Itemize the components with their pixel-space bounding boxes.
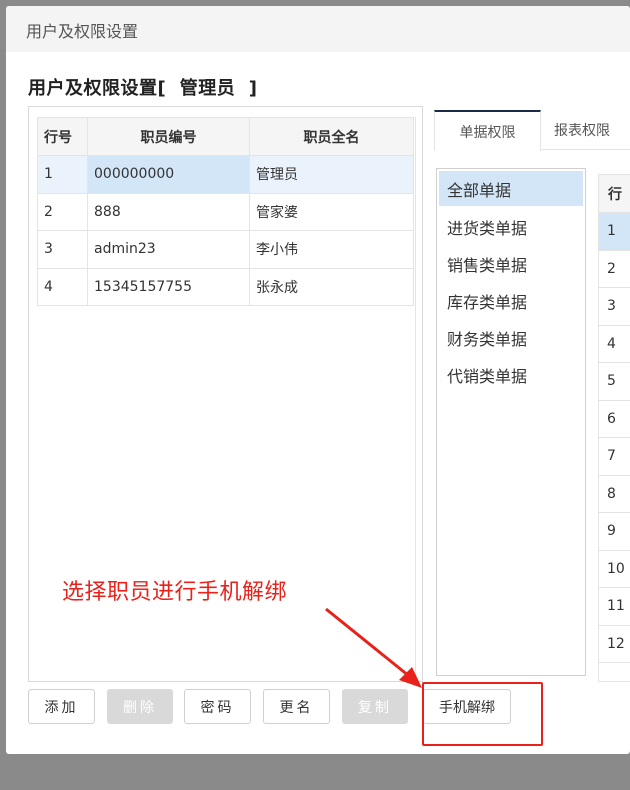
cell-row-number: 3 bbox=[37, 230, 88, 269]
cell-employee-id[interactable]: admin23 bbox=[87, 230, 250, 269]
annotation-highlight-box bbox=[422, 682, 543, 746]
table-row[interactable]: 8 bbox=[599, 476, 630, 513]
annotation-text: 选择职员进行手机解绑 bbox=[62, 580, 288, 605]
add-button[interactable]: 添加 bbox=[28, 689, 95, 724]
column-header-employee-name[interactable]: 职员全名 bbox=[249, 117, 414, 156]
table-row[interactable]: 2 888 管家婆 bbox=[37, 192, 414, 231]
delete-button[interactable]: 删除 bbox=[107, 689, 173, 724]
cell-employee-id[interactable]: 888 bbox=[87, 192, 250, 231]
list-item[interactable]: 库存类单据 bbox=[437, 282, 585, 319]
table-row[interactable]: 1 000000000 管理员 bbox=[37, 155, 414, 194]
table-row[interactable]: 2 bbox=[599, 251, 630, 288]
table-header-row: 行号 职员编号 职员全名 bbox=[37, 117, 414, 156]
page-title: 用户及权限设置[ 管理员 ] bbox=[28, 78, 258, 99]
table-row[interactable]: 7 bbox=[599, 438, 630, 476]
copy-button[interactable]: 复制 bbox=[342, 689, 408, 724]
table-row[interactable]: 3 bbox=[599, 288, 630, 326]
rename-button[interactable]: 更名 bbox=[263, 689, 330, 724]
column-header-row-number[interactable]: 行号 bbox=[37, 117, 88, 156]
column-header-row-number: 行 bbox=[599, 175, 630, 213]
cell-row-number: 1 bbox=[37, 155, 88, 194]
cell-employee-name: 李小伟 bbox=[249, 230, 414, 269]
cell-employee-id[interactable]: 000000000 bbox=[87, 155, 250, 194]
cell-employee-name: 管理员 bbox=[249, 155, 414, 194]
dialog-header: 用户及权限设置 bbox=[6, 6, 630, 52]
permission-tabs: 单据权限 报表权限 bbox=[434, 110, 630, 151]
table-row[interactable]: 5 bbox=[599, 363, 630, 401]
dialog-title: 用户及权限设置 bbox=[26, 22, 139, 41]
list-item[interactable]: 销售类单据 bbox=[437, 245, 585, 282]
cell-employee-name: 张永成 bbox=[249, 267, 414, 306]
tab-report-permissions[interactable]: 报表权限 bbox=[554, 110, 630, 150]
cell-row-number: 4 bbox=[37, 267, 88, 306]
table-row[interactable]: 3 admin23 李小伟 bbox=[37, 230, 414, 269]
cell-employee-id[interactable]: 15345157755 bbox=[87, 267, 250, 306]
table-row[interactable]: 12 bbox=[599, 626, 630, 663]
password-button[interactable]: 密码 bbox=[184, 689, 251, 724]
column-header-employee-id[interactable]: 职员编号 bbox=[87, 117, 250, 156]
table-row[interactable]: 4 bbox=[599, 326, 630, 363]
table-row[interactable]: 9 bbox=[599, 513, 630, 551]
user-table: 行号 职员编号 职员全名 1 000000000 管理员 2 888 管家婆 3… bbox=[37, 117, 414, 306]
list-item[interactable]: 进货类单据 bbox=[437, 208, 585, 245]
table-row[interactable]: 6 bbox=[599, 401, 630, 438]
table-row[interactable]: 1 bbox=[599, 213, 630, 251]
permission-table: 行 1 2 3 4 5 6 7 8 9 10 11 12 bbox=[598, 174, 630, 682]
table-row[interactable]: 10 bbox=[599, 551, 630, 588]
list-item[interactable]: 财务类单据 bbox=[437, 319, 585, 356]
table-scrollbar[interactable] bbox=[415, 117, 416, 677]
tab-document-permissions[interactable]: 单据权限 bbox=[434, 110, 541, 151]
document-category-list: 全部单据 进货类单据 销售类单据 库存类单据 财务类单据 代销类单据 bbox=[436, 168, 586, 676]
list-item[interactable]: 全部单据 bbox=[439, 171, 583, 206]
cell-row-number: 2 bbox=[37, 192, 88, 231]
cell-employee-name: 管家婆 bbox=[249, 192, 414, 231]
table-row[interactable]: 4 15345157755 张永成 bbox=[37, 267, 414, 306]
table-row[interactable]: 11 bbox=[599, 588, 630, 626]
list-item[interactable]: 代销类单据 bbox=[437, 356, 585, 393]
